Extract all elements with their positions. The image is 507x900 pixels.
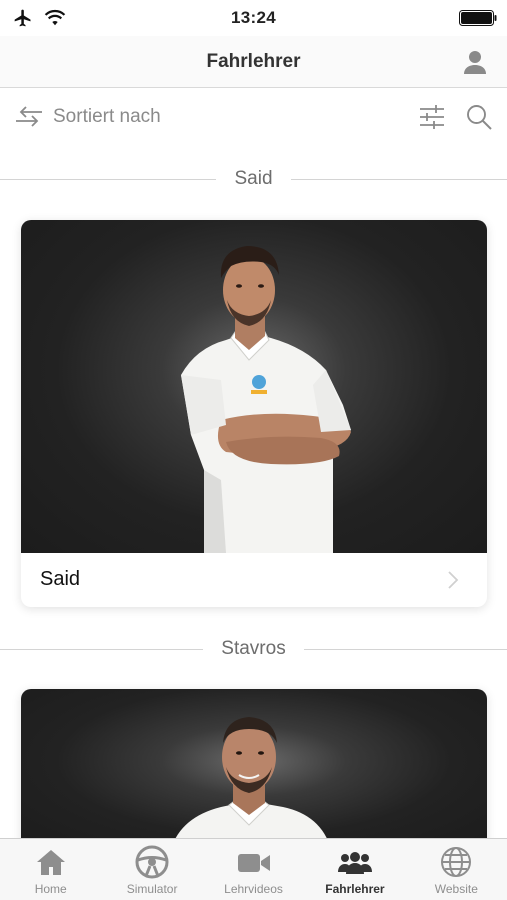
globe-icon bbox=[441, 847, 472, 877]
video-camera-icon bbox=[237, 854, 270, 872]
instructor-card-stavros[interactable] bbox=[21, 689, 487, 849]
tab-label: Simulator bbox=[126, 882, 178, 896]
home-icon bbox=[36, 850, 65, 875]
battery-icon bbox=[459, 10, 497, 26]
instructor-name: Said bbox=[40, 568, 81, 590]
chevron-right-icon bbox=[448, 571, 459, 589]
tab-simulator[interactable]: Simulator bbox=[101, 839, 202, 900]
tab-label: Home bbox=[34, 882, 67, 896]
page-title: Fahrlehrer bbox=[206, 51, 301, 72]
instructor-photo bbox=[21, 220, 487, 553]
card-footer[interactable]: Said bbox=[21, 553, 487, 607]
profile-icon[interactable] bbox=[461, 48, 489, 76]
tab-label: Fahrlehrer bbox=[325, 882, 385, 896]
tab-label: Lehrvideos bbox=[224, 882, 283, 896]
section-header-said: Said bbox=[0, 166, 507, 194]
nav-bar: Fahrlehrer bbox=[0, 36, 507, 88]
sort-bar: Sortiert nach bbox=[0, 89, 507, 145]
instructor-card-said[interactable]: Said bbox=[21, 220, 487, 607]
search-icon[interactable] bbox=[464, 102, 494, 132]
instructor-photo bbox=[21, 689, 487, 849]
steering-wheel-icon bbox=[135, 845, 169, 879]
sort-label[interactable]: Sortiert nach bbox=[53, 106, 161, 128]
instructor-portrait bbox=[181, 246, 351, 553]
tab-website[interactable]: Website bbox=[406, 839, 507, 900]
tab-label: Website bbox=[434, 882, 478, 896]
tab-lehrvideos[interactable]: Lehrvideos bbox=[203, 839, 304, 900]
tab-home[interactable]: Home bbox=[0, 839, 101, 900]
section-header-stavros: Stavros bbox=[0, 636, 507, 664]
tab-bar: Home Simulator Lehrvideos Fahrlehrer Web… bbox=[0, 838, 507, 900]
status-bar: 13:24 bbox=[0, 0, 507, 36]
filter-sliders-icon[interactable] bbox=[418, 103, 446, 131]
section-title: Stavros bbox=[203, 638, 304, 659]
section-title: Said bbox=[216, 168, 291, 189]
sort-arrows-icon[interactable] bbox=[14, 104, 44, 130]
instructor-portrait bbox=[171, 717, 331, 849]
tab-fahrlehrer[interactable]: Fahrlehrer bbox=[304, 839, 405, 900]
status-time: 13:24 bbox=[231, 8, 276, 27]
people-icon bbox=[337, 852, 372, 874]
